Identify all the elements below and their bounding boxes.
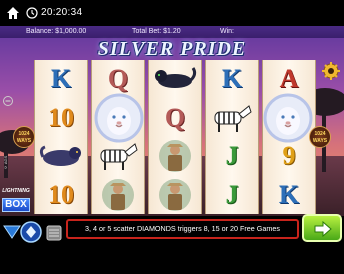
- reel-cell: Q: [149, 99, 201, 137]
- symbol-j: J: [225, 180, 239, 210]
- reel-1: K 10 10: [34, 60, 88, 214]
- symbol-9: 9: [282, 141, 296, 171]
- reel-cell: 10: [35, 99, 87, 137]
- ranger-icon: [159, 140, 191, 173]
- info-bar: Balance: $1,000.00 Total Bet: $1.20 Win:: [0, 26, 344, 38]
- minus-icon[interactable]: [3, 96, 13, 106]
- play-arrow-icon: [314, 221, 332, 237]
- ranger-icon: [159, 179, 191, 212]
- balance-label: Balance: $1,000.00: [26, 28, 87, 35]
- clock-time: 20:20:34: [41, 7, 83, 18]
- game-title-logo: SILVER PRIDE: [97, 38, 247, 60]
- reel-cell: [149, 176, 201, 214]
- symbol-k: K: [221, 63, 243, 93]
- reel-cell: [149, 60, 201, 98]
- white-lion-symbol: [261, 92, 315, 144]
- symbol-k: K: [278, 180, 300, 210]
- lightning-logo-top: LIGHTNING: [2, 188, 30, 194]
- zebra-icon: [214, 104, 252, 132]
- status-bar: 20:20:34: [0, 0, 344, 26]
- reel-cell: K: [35, 60, 87, 98]
- settings-gear-icon[interactable]: [322, 62, 340, 80]
- bet-chip-button[interactable]: [20, 221, 42, 243]
- coins-stack-button[interactable]: [44, 222, 64, 242]
- reel-cell: 10: [35, 176, 87, 214]
- lightning-box-logo: BOX: [2, 198, 30, 212]
- home-icon[interactable]: [6, 6, 20, 20]
- symbol-k: K: [50, 63, 72, 93]
- panther-icon: [155, 67, 197, 88]
- reel-cell: K: [206, 60, 258, 98]
- lion-icon: [263, 93, 313, 143]
- copyright-text: © AGS: [3, 155, 8, 170]
- white-lion-symbol: [92, 92, 146, 144]
- clock-icon: [26, 7, 38, 19]
- reel-cell: [206, 99, 258, 137]
- ranger-icon: [102, 179, 134, 212]
- reel-cell: [92, 176, 144, 214]
- reel-cell: K: [263, 176, 315, 214]
- symbol-a: A: [279, 63, 299, 93]
- ways-badge-right: 1024 WAYS: [309, 126, 331, 148]
- spin-button[interactable]: [302, 214, 342, 242]
- bet-down-button[interactable]: [2, 224, 22, 240]
- symbol-10: 10: [48, 102, 74, 132]
- symbol-q: Q: [164, 102, 186, 132]
- game-message-box: 3, 4 or 5 scatter DIAMONDS triggers 8, 1…: [66, 219, 299, 239]
- reel-3: Q: [148, 60, 202, 214]
- symbol-j: J: [225, 141, 239, 171]
- panther-icon: [39, 145, 81, 167]
- reel-cell: [149, 138, 201, 176]
- total-bet-label: Total Bet: $1.20: [132, 28, 181, 35]
- reel-cell: J: [206, 176, 258, 214]
- zebra-icon: [100, 143, 138, 171]
- lion-icon: [94, 93, 144, 143]
- reel-cell: [35, 138, 87, 176]
- reel-4: K J J: [205, 60, 259, 214]
- reel-cell: J: [206, 138, 258, 176]
- symbol-10: 10: [48, 180, 74, 210]
- symbol-q: Q: [107, 63, 129, 93]
- win-label: Win:: [220, 28, 234, 35]
- ways-badge-left: 1024 WAYS: [13, 126, 35, 148]
